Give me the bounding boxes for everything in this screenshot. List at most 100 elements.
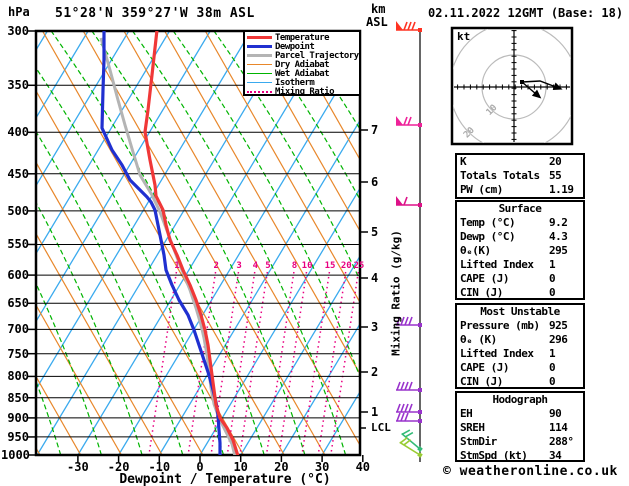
table-row-value: 90 <box>549 407 562 420</box>
isotherm-legend-swatch <box>247 81 272 84</box>
mixing-ratio-value-label: 8 <box>291 261 298 271</box>
mixing-ratio-value-label: 5 <box>265 261 271 271</box>
table-row-value: 4.3 <box>549 230 568 243</box>
table-header: Surface <box>498 202 542 215</box>
mixing-ratio-line <box>239 271 269 455</box>
station-title: 51°28'N 359°27'W 38m ASL <box>55 6 255 21</box>
mixing-ratio-value-label: 10 <box>301 261 313 271</box>
table-row: PW (cm) 1.19 <box>457 183 583 197</box>
temp-tick-label: 10 <box>233 460 248 474</box>
altitude-axis-unit-asl: ASL <box>366 15 388 29</box>
table-row: EH 90 <box>457 407 583 421</box>
wind-barb <box>396 412 422 423</box>
pressure-tick-label: 400 <box>7 125 29 140</box>
km-tick-label: 6 <box>371 175 379 189</box>
table-row-label: Totals Totals <box>460 169 540 182</box>
most-unstable-table: Most Unstable Pressure (mb) 925 θₑ (K) 296 Li… <box>455 303 585 389</box>
wind-barb <box>396 21 422 32</box>
table-row-label: Pressure (mb) <box>460 319 540 332</box>
pressure-tick-label: 300 <box>7 24 29 38</box>
table-row-value: 296 <box>549 333 568 346</box>
km-tick-label: 7 <box>371 123 379 137</box>
km-tick-label: 5 <box>371 225 379 239</box>
table-row-value: 925 <box>549 319 568 332</box>
table-row: CIN (J) 0 <box>457 286 583 300</box>
table-row-value: 288° <box>549 435 574 448</box>
table-row: CIN (J) 0 <box>457 375 583 389</box>
table-header: Hodograph <box>492 393 548 406</box>
km-tick-label: 4 <box>371 271 379 285</box>
table-row: Lifted Index 1 <box>457 258 583 272</box>
table-row: θₑ (K) 296 <box>457 333 583 347</box>
legend-item-label: Mixing Ratio <box>275 86 335 97</box>
dewpoint-legend-swatch <box>247 45 272 48</box>
skewt-sounding-page: { "header": { "station_title": "51°28'N … <box>0 0 629 486</box>
mixing-ratio-value-label: 20 <box>340 261 352 271</box>
indices-table: K 20 Totals Totals 55 PW (cm) 1.19 <box>455 153 585 199</box>
temp-tick-label: 0 <box>196 460 204 474</box>
table-row: Dewp (°C) 4.3 <box>457 230 583 244</box>
wind-barb <box>396 403 422 414</box>
table-row-label: CAPE (J) <box>460 361 509 374</box>
table-row-label: θₑ (K) <box>460 333 497 346</box>
temperature-legend-swatch <box>247 36 272 39</box>
pressure-tick-label: 600 <box>7 268 29 283</box>
legend-item: Mixing Ratio <box>247 86 359 97</box>
wind-barb <box>396 381 422 392</box>
table-row: Totals Totals 55 <box>457 169 583 183</box>
table-header: Most Unstable <box>480 305 560 318</box>
run-title: 02.11.2022 12GMT (Base: 18) <box>428 6 624 20</box>
table-row-value: 114 <box>549 421 568 434</box>
pressure-tick-label: 850 <box>7 390 29 405</box>
hodograph-ring-label: 30 <box>439 148 454 163</box>
dry-adiabat-legend-swatch <box>247 63 272 66</box>
km-tick-label: 1 <box>371 405 379 419</box>
table-row: θₑ(K) 295 <box>457 244 583 258</box>
table-row-value: 34 <box>549 449 562 462</box>
pressure-tick-label: 550 <box>7 237 29 252</box>
table-row: K 20 <box>457 155 583 169</box>
table-row-label: CIN (J) <box>460 286 503 299</box>
pressure-tick-label: 900 <box>7 410 29 425</box>
mixing-ratio-value-label: 25 <box>353 261 365 271</box>
pressure-axis-unit: hPa <box>8 5 30 19</box>
pressure-tick-label: 450 <box>7 166 29 181</box>
table-row-label: StmSpd (kt) <box>460 449 528 462</box>
mixing-ratio-axis-title: Mixing Ratio (g/kg) <box>389 230 403 356</box>
mixing-ratio-line <box>148 271 178 455</box>
dry-adiabat-line <box>612 31 629 455</box>
mixing-ratio-value-label: 1 <box>174 261 180 271</box>
wet-adiabat-line <box>621 31 629 455</box>
table-row-label: StmDir <box>460 435 497 448</box>
km-tick-label: 3 <box>371 320 379 334</box>
table-row-value: 295 <box>549 244 568 257</box>
dry-adiabat-line <box>36 89 245 455</box>
pressure-tick-label: 800 <box>7 369 29 384</box>
pressure-tick-label: 750 <box>7 346 29 361</box>
credit-footer: © weatheronline.co.uk <box>443 464 618 479</box>
table-row: Lifted Index 1 <box>457 347 583 361</box>
mixing-ratio-line <box>317 271 347 455</box>
table-row-value: 0 <box>549 272 556 285</box>
temp-tick-label: 20 <box>274 460 289 474</box>
pressure-tick-label: 500 <box>7 203 29 218</box>
wind-barb <box>396 196 422 207</box>
table-row: SREH 114 <box>457 421 583 435</box>
table-row-label: θₑ(K) <box>460 244 491 257</box>
table-row-label: EH <box>460 407 473 420</box>
hodograph-unit-label: kt <box>457 30 471 43</box>
table-row-label: SREH <box>460 421 485 434</box>
temp-tick-label: -20 <box>107 460 130 474</box>
table-row-value: 0 <box>549 286 556 299</box>
table-row-label: PW (cm) <box>460 183 503 196</box>
mixing-ratio-legend-swatch <box>247 90 272 93</box>
hodograph-trace-start-marker <box>520 80 524 84</box>
wet-adiabat-legend-swatch <box>247 72 272 75</box>
table-row-label: Lifted Index <box>460 347 534 360</box>
x-axis-title: Dewpoint / Temperature (°C) <box>119 472 331 486</box>
table-row-label: CIN (J) <box>460 375 503 388</box>
table-row-value: 0 <box>549 361 556 374</box>
table-row: Temp (°C) 9.2 <box>457 216 583 230</box>
table-row-value: 0 <box>549 375 556 388</box>
table-row: Pressure (mb) 925 <box>457 319 583 333</box>
